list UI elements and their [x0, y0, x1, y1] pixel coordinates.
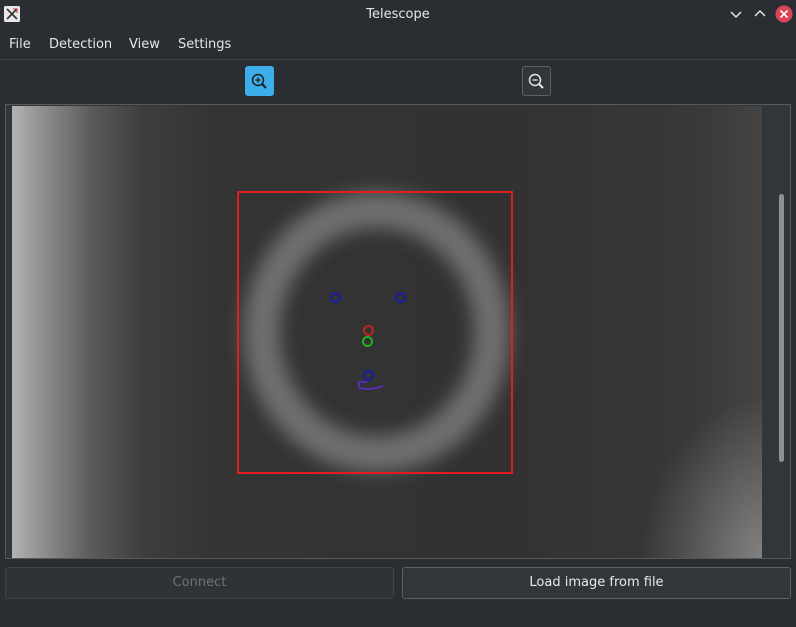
marker-blue-right — [395, 292, 406, 303]
marker-blue-left — [330, 292, 341, 303]
menu-view[interactable]: View — [121, 29, 168, 60]
image-viewport[interactable] — [5, 104, 791, 559]
menu-settings[interactable]: Settings — [170, 29, 239, 60]
zoom-out-button[interactable] — [522, 66, 551, 96]
title-bar: Telescope — [0, 0, 796, 29]
minimize-button[interactable] — [727, 5, 745, 23]
maximize-button[interactable] — [751, 5, 769, 23]
chevron-down-icon — [730, 11, 742, 19]
close-icon — [775, 5, 793, 23]
window-title: Telescope — [366, 7, 430, 22]
vertical-scrollbar[interactable] — [774, 106, 790, 558]
close-button[interactable] — [775, 5, 793, 23]
region-of-interest-box — [237, 191, 513, 474]
marker-red-center — [363, 325, 374, 336]
marker-green-center — [362, 336, 373, 347]
zoom-in-button[interactable] — [245, 66, 274, 96]
scrollbar-handle[interactable] — [779, 194, 784, 462]
menu-file[interactable]: File — [1, 29, 39, 60]
menu-detection[interactable]: Detection — [41, 29, 120, 60]
zoom-out-icon — [528, 73, 544, 89]
connect-button[interactable]: Connect — [5, 567, 394, 599]
zoom-in-icon — [251, 73, 267, 89]
camera-image — [12, 106, 762, 558]
load-image-button[interactable]: Load image from file — [402, 567, 791, 599]
marker-trail-icon — [358, 381, 384, 390]
chevron-up-icon — [754, 9, 766, 17]
menu-bar: File Detection View Settings — [0, 29, 796, 60]
